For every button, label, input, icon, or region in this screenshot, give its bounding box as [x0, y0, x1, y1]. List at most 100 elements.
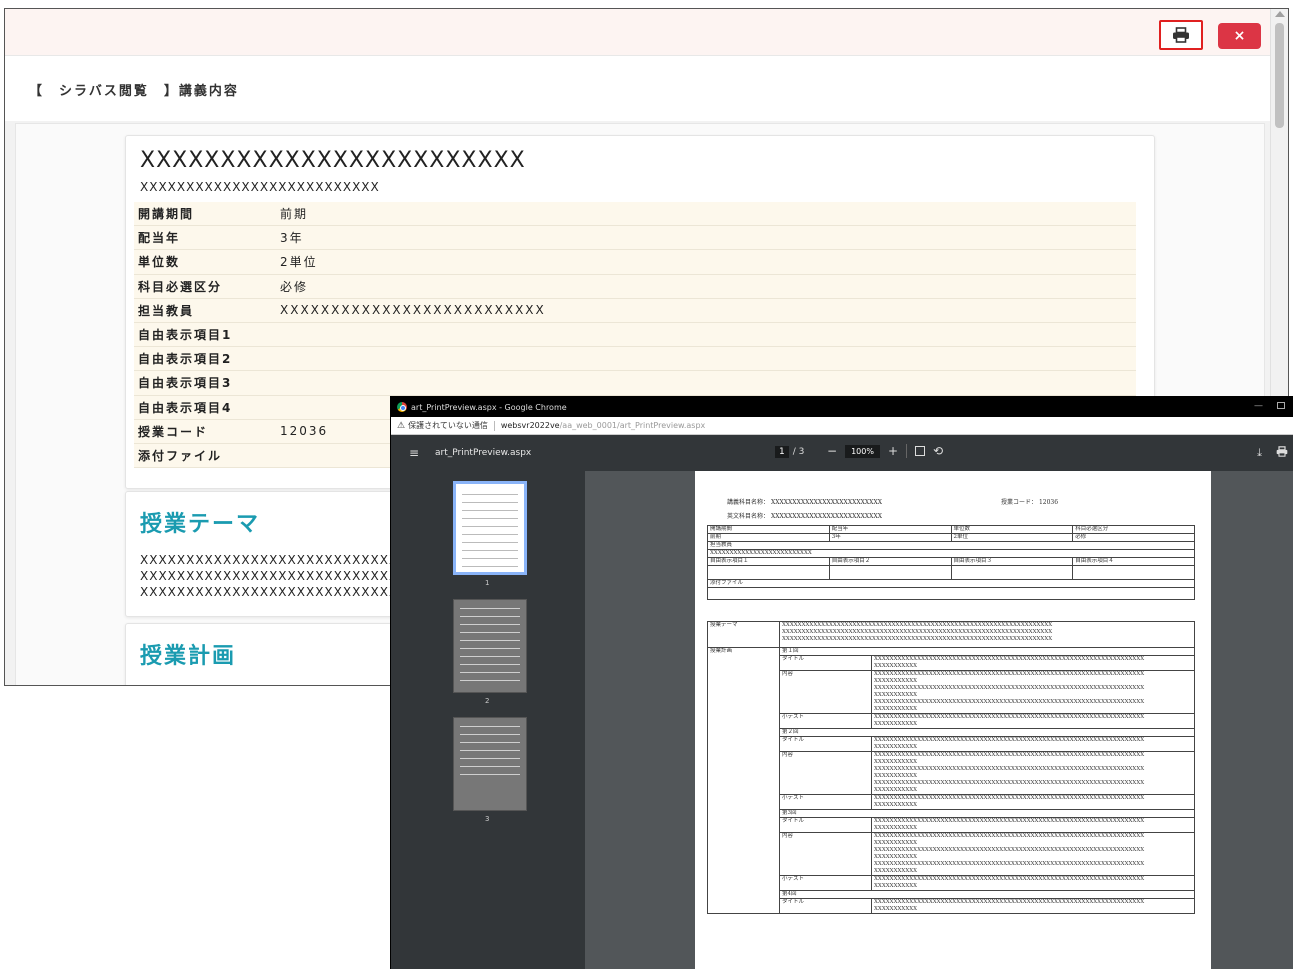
pdf-table-row: 自由表示項目１ 自由表示項目２ 自由表示項目３ 自由表示項目４	[707, 557, 1195, 566]
window-titlebar: art_PrintPreview.aspx - Google Chrome —	[391, 397, 1293, 417]
pdf-cell	[828, 565, 952, 580]
thumbnail-number: 3	[485, 815, 490, 823]
pdf-table-row: 小テスト XXXXXXXXXXXXXXXXXXXXXXXXXXXXXXXXXXX…	[708, 713, 1195, 729]
pdf-table-row: タイトル XXXXXXXXXXXXXXXXXXXXXXXXXXXXXXXXXXX…	[708, 736, 1195, 752]
zoom-in-icon[interactable]: +	[888, 444, 898, 458]
info-label: 単位数	[138, 255, 181, 270]
security-label: 保護されていない通信	[408, 421, 488, 430]
pdf-text-line: XXXXXXXXXXX	[874, 787, 918, 793]
scroll-thumb[interactable]	[1275, 23, 1284, 128]
menu-icon[interactable]: ≡	[409, 446, 419, 460]
minimize-icon[interactable]: —	[1254, 401, 1263, 411]
thumbnail-line	[460, 680, 520, 681]
info-value: 2単位	[280, 255, 318, 270]
thumbnail-line	[462, 542, 518, 543]
pdf-cell: 小テスト	[779, 713, 872, 729]
pdf-cell: 授業テーマ	[707, 621, 780, 648]
pdf-course-label: 講義科目名称：	[727, 499, 770, 506]
thumbnail-line	[460, 734, 520, 735]
thumbnail-line	[460, 624, 520, 625]
page-number-input[interactable]: 1	[775, 446, 789, 458]
info-row: 自由表示項目2	[134, 347, 1136, 372]
scroll-up-icon[interactable]	[1275, 11, 1285, 17]
thumbnail-sidebar: 1 2 3	[391, 471, 585, 969]
pdf-cell: XXXXXXXXXXXXXXXXXXXXXXXXXXXXXXXXXXXXXXXX…	[871, 832, 1195, 876]
theme-line: XXXXXXXXXXXXXXXXXXXXXXXXXXXXX	[140, 553, 408, 567]
pdf-cell: 単位数	[950, 525, 1074, 534]
pdf-cell	[1072, 565, 1195, 580]
page-thumbnail[interactable]	[453, 717, 527, 811]
thumbnail-line	[460, 758, 520, 759]
pdf-text-line: XXXXXXXXXXX	[874, 883, 918, 889]
pdf-text-line: XXXXXXXXXXXXXXXXXXXXXXXXXXXXXXXXXXXXXXXX…	[874, 766, 1145, 772]
pdf-cell: 開講期間	[707, 525, 830, 534]
pdf-code-value: 12036	[1038, 499, 1059, 506]
pdf-english-value: XXXXXXXXXXXXXXXXXXXXXXXXXX	[770, 513, 882, 520]
info-label: 授業コード	[138, 424, 209, 439]
thumbnail-line	[462, 526, 518, 527]
pdf-cell	[707, 587, 1195, 600]
close-button[interactable]: ×	[1218, 23, 1261, 49]
pdf-plan-table: 授業テーマ XXXXXXXXXXXXXXXXXXXXXXXXXXXXXXXXXX…	[707, 621, 1195, 914]
pdf-cell: 自由表示項目３	[950, 557, 1074, 566]
pdf-text-line: XXXXXXXXXXX	[874, 744, 918, 750]
address-divider	[493, 420, 495, 431]
pdf-page: 講義科目名称： XXXXXXXXXXXXXXXXXXXXXXXXXX 英文科目名…	[695, 471, 1211, 969]
info-label: 担当教員	[138, 303, 195, 318]
pdf-cell: タイトル	[779, 655, 872, 671]
pdf-course-line: 講義科目名称： XXXXXXXXXXXXXXXXXXXXXXXXXX	[727, 497, 882, 506]
info-row: 科目必選区分 必修	[134, 274, 1136, 299]
print-icon[interactable]	[1276, 446, 1288, 457]
pdf-cell: 必修	[1072, 533, 1195, 542]
thumbnail-line	[460, 766, 520, 767]
rotate-icon[interactable]: ⟲	[933, 444, 943, 458]
zoom-out-icon[interactable]: −	[827, 444, 837, 458]
pdf-cell: 前期	[707, 533, 830, 542]
pdf-text-line: XXXXXXXXXXXXXXXXXXXXXXXXXXXXXXXXXXXXXXXX…	[874, 699, 1145, 705]
maximize-icon[interactable]	[1277, 402, 1285, 409]
pdf-cell	[950, 565, 1074, 580]
info-label: 科目必選区分	[138, 279, 223, 294]
pdf-table-row	[707, 565, 1195, 580]
pdf-text-line: XXXXXXXXXXXXXXXXXXXXXXXXXXXXXXXXXXXXXXXX…	[874, 752, 1145, 759]
breadcrumb: 【 シラバス閲覧 】講義内容	[29, 84, 239, 99]
pdf-text-line: XXXXXXXXXXXXXXXXXXXXXXXXXXXXXXXXXXXXXXXX…	[874, 833, 1145, 840]
pdf-cell: 配当年	[828, 525, 952, 534]
info-value: 前期	[280, 207, 309, 222]
download-icon[interactable]: ⤓	[1257, 446, 1262, 460]
pdf-table-row: 第２回	[708, 728, 1195, 737]
zoom-input[interactable]: 100%	[845, 444, 880, 458]
window-title: art_PrintPreview.aspx - Google Chrome	[411, 402, 567, 412]
theme-heading: 授業テーマ	[140, 512, 261, 537]
thumbnail-line	[460, 672, 520, 673]
pdf-table-row: 内容 XXXXXXXXXXXXXXXXXXXXXXXXXXXXXXXXXXXXX…	[708, 670, 1195, 714]
pdf-cell: 小テスト	[779, 794, 872, 810]
pdf-english-line: 英文科目名称： XXXXXXXXXXXXXXXXXXXXXXXXXX	[727, 511, 882, 520]
address-bar[interactable]: ⚠ 保護されていない通信 websvr2022ve /aa_web_0001/a…	[391, 417, 1293, 435]
pdf-text-line: XXXXXXXXXXX	[874, 706, 918, 712]
page-thumbnail[interactable]	[453, 599, 527, 693]
info-value: 12036	[280, 424, 329, 439]
pdf-cell: 2単位	[950, 533, 1074, 542]
page-total: / 3	[792, 447, 805, 457]
thumbnail-line	[462, 534, 518, 535]
print-button[interactable]	[1159, 20, 1203, 50]
theme-line: XXXXXXXXXXXXXXXXXXXXXXXXXXXXX	[140, 585, 408, 599]
pdf-table-row: 内容 XXXXXXXXXXXXXXXXXXXXXXXXXXXXXXXXXXXXX…	[708, 751, 1195, 795]
warning-icon: ⚠	[397, 420, 406, 431]
chrome-icon	[397, 402, 407, 412]
pdf-cell: 内容	[779, 832, 872, 876]
toolbar-actions: ⤓	[1257, 446, 1288, 460]
thumbnail-line	[460, 616, 520, 617]
pdf-cell: XXXXXXXXXXXXXXXXXXXXXXXXXXXXXXXXXXXXXXXX…	[779, 621, 1195, 648]
pdf-text-line: XXXXXXXXXXX	[874, 854, 918, 860]
thumbnail-line	[460, 750, 520, 751]
breadcrumb-bar: 【 シラバス閲覧 】講義内容	[5, 55, 1270, 121]
pdf-table-row: 第4回	[708, 890, 1195, 899]
pdf-viewport: 講義科目名称： XXXXXXXXXXXXXXXXXXXXXXXXXX 英文科目名…	[585, 471, 1293, 969]
fit-page-icon[interactable]	[915, 446, 925, 456]
pdf-text-line: XXXXXXXXXXXXXXXXXXXXXXXXXXXXXXXXXXXXXXXX…	[874, 795, 1145, 802]
page-thumbnail[interactable]	[453, 481, 527, 575]
plan-heading: 授業計画	[140, 644, 237, 669]
info-label: 自由表示項目1	[138, 328, 233, 343]
